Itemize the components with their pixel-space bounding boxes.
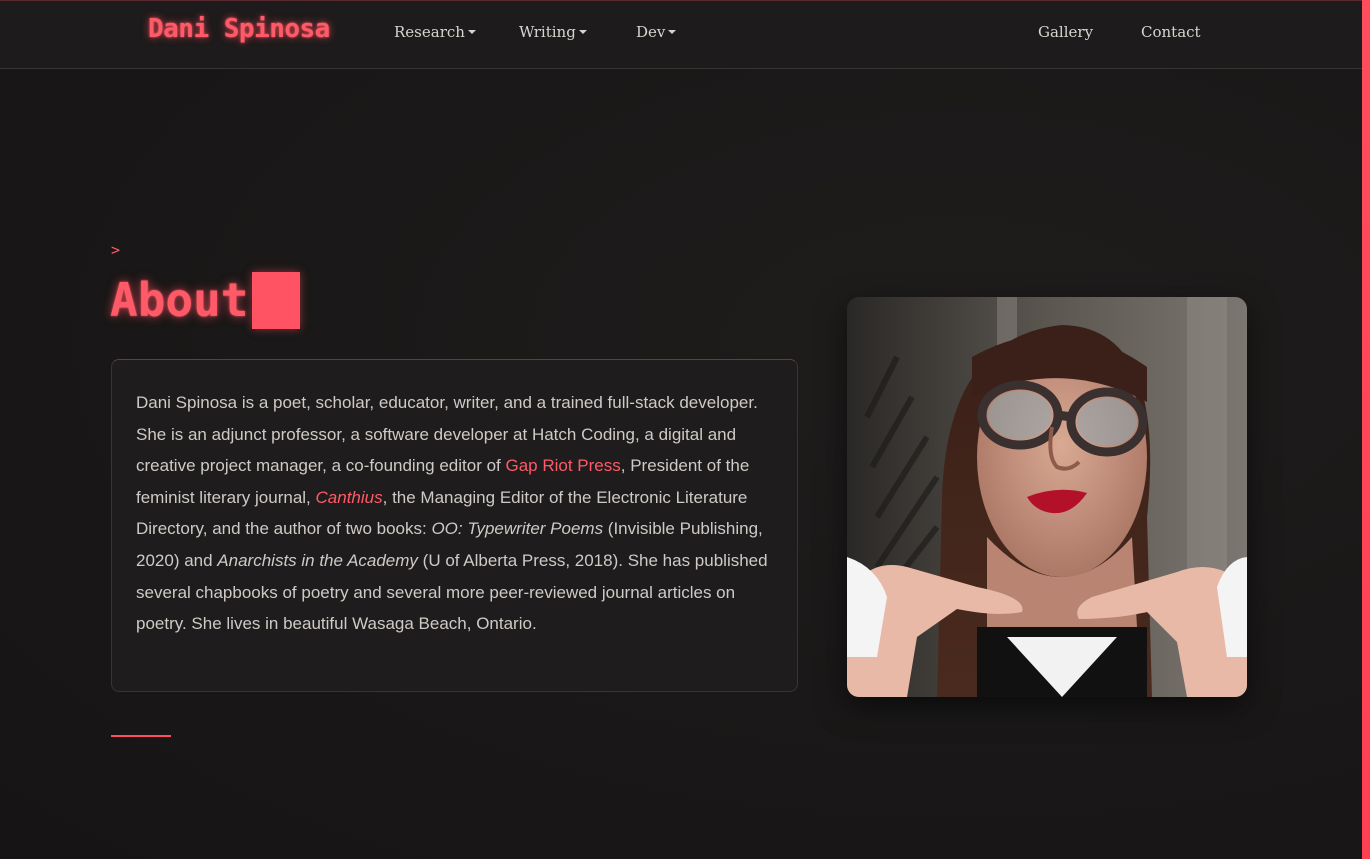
- scrollbar-accent: [1362, 0, 1370, 859]
- book-title-anarchists: Anarchists in the Academy: [217, 550, 418, 570]
- portrait-image: [847, 297, 1247, 697]
- nav-dev-label: Dev: [636, 23, 666, 41]
- page: Dani Spinosa Research Writing Dev Galler…: [0, 0, 1370, 859]
- blinking-cursor-block: [252, 271, 301, 329]
- book-title-oo: OO: Typewriter Poems: [431, 519, 604, 539]
- canthius-link-text: Canthius: [315, 487, 383, 507]
- terminal-prompt: >: [111, 241, 121, 259]
- section-title-text: About: [110, 273, 249, 327]
- caret-down-icon: [578, 30, 587, 34]
- nav-research-label: Research: [394, 23, 465, 41]
- nav-writing-label: Writing: [519, 23, 576, 41]
- about-card: Dani Spinosa is a poet, scholar, educato…: [111, 359, 798, 692]
- caret-down-icon: [467, 30, 476, 34]
- section-title: About: [110, 270, 301, 330]
- nav-dev-dropdown[interactable]: Dev: [636, 23, 677, 41]
- canthius-link[interactable]: Canthius: [316, 488, 383, 507]
- gap-riot-press-link[interactable]: Gap Riot Press: [506, 456, 621, 475]
- navbar: Dani Spinosa Research Writing Dev Galler…: [0, 0, 1362, 69]
- nav-contact-link[interactable]: Contact: [1141, 23, 1201, 41]
- caret-down-icon: [668, 30, 677, 34]
- brand-logo[interactable]: Dani Spinosa: [148, 14, 330, 44]
- portrait-photo: [847, 297, 1247, 697]
- section-divider: [111, 735, 171, 737]
- nav-writing-dropdown[interactable]: Writing: [519, 23, 587, 41]
- nav-research-dropdown[interactable]: Research: [394, 23, 476, 41]
- about-paragraph: Dani Spinosa is a poet, scholar, educato…: [136, 387, 773, 640]
- nav-gallery-link[interactable]: Gallery: [1038, 23, 1093, 41]
